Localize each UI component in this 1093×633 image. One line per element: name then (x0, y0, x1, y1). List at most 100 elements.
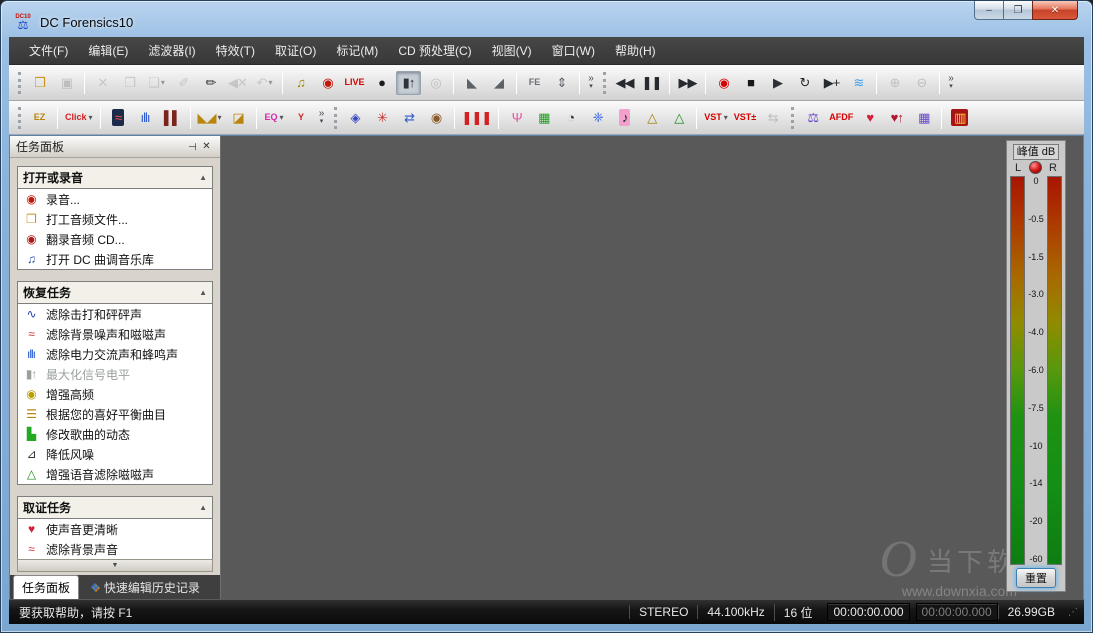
whisper-amp-button[interactable]: ♥↑ (884, 107, 909, 129)
record-button[interactable]: ◉ (711, 71, 736, 95)
dehum-task[interactable]: ıllı 滤除电力交流声和蜂鸣声 (18, 344, 212, 364)
menu-edit[interactable]: 编辑(E) (78, 38, 138, 63)
meter-knob[interactable] (1028, 161, 1042, 174)
play-plus-n-button[interactable]: ▶+ (819, 71, 844, 95)
tab-task-panel[interactable]: 任务面板 (13, 575, 80, 599)
dynamics-processor-button[interactable]: ◈ (343, 107, 368, 129)
pencil-tool-button[interactable]: ✏ (198, 71, 223, 95)
fast-forward-button[interactable]: ▶▶ (675, 71, 700, 95)
dc-tunes-button[interactable]: ♫ (288, 71, 313, 95)
record-task[interactable]: ◉ 录音... (18, 189, 212, 209)
section-header-open-or-record[interactable]: 打开或录音 ▲ (18, 167, 212, 189)
vst-menu-button[interactable]: VST ▾ (702, 107, 730, 129)
open-dc-tunes-task[interactable]: ♫ 打开 DC 曲调音乐库 (18, 249, 212, 269)
undo-button[interactable]: ↶ ▾ (252, 71, 277, 95)
file-expander-button[interactable]: FE (522, 71, 547, 95)
touch-record-button[interactable]: ◉ (315, 71, 340, 95)
live-meter-button[interactable]: LIVE (342, 71, 367, 95)
eq-tools-button[interactable]: EQ ▾ (262, 107, 287, 129)
toolbar-overflow-button[interactable]: » ▾ (315, 106, 329, 130)
phase-filter-button[interactable]: ⇄ (397, 107, 422, 129)
afdf-button[interactable]: AFDF (827, 107, 855, 129)
menu-cd-prep[interactable]: CD 预处理(C) (388, 38, 481, 63)
cd-rip-button[interactable]: ● (369, 71, 394, 95)
vst-manage-button[interactable]: VST± (732, 107, 758, 129)
save-button[interactable]: ▣ (54, 71, 79, 95)
toolbar-grip[interactable] (18, 106, 21, 129)
section-header-restore-tasks[interactable]: 恢复任务 ▲ (18, 282, 212, 304)
fel-meter-button[interactable]: ▥ (947, 107, 972, 129)
impulse-noise-button[interactable]: ✳ (370, 107, 395, 129)
declick-task[interactable]: ∿ 滤除击打和砰砰声 (18, 304, 212, 324)
histogram-button[interactable]: ▌▌ (160, 107, 185, 129)
marker-book-button[interactable]: ◪ (226, 107, 251, 129)
lamp-filter-button[interactable]: △ (639, 107, 664, 129)
paste-button[interactable]: ❑ ▾ (144, 71, 169, 95)
panel-scroll-down[interactable]: ▼ (17, 559, 213, 572)
open-audio-file-task[interactable]: ❒ 打工音频文件... (18, 209, 212, 229)
blender-button[interactable]: Ψ (504, 107, 529, 129)
zoom-out-button[interactable]: ⊖ (909, 71, 934, 95)
menu-help[interactable]: 帮助(H) (605, 38, 666, 63)
mute-button[interactable]: ◀✕ (225, 71, 250, 95)
gain-knob-button[interactable]: ◎ (423, 71, 448, 95)
erase-button[interactable]: ✐ (171, 71, 196, 95)
menu-markers[interactable]: 标记(M) (326, 38, 388, 63)
cut-button[interactable]: ✕ (90, 71, 115, 95)
fit-vertical-button[interactable]: ⇕ (549, 71, 574, 95)
tube-amp-button[interactable]: ◉ (424, 107, 449, 129)
play-button[interactable]: ▶ (765, 71, 790, 95)
menu-window[interactable]: 窗口(W) (542, 38, 605, 63)
clarify-voice-task[interactable]: ♥ 使声音更清晰 (18, 519, 212, 539)
pin-icon[interactable]: ⊤ (184, 141, 199, 152)
collapse-arrow-icon[interactable]: ▲ (199, 503, 207, 512)
open-file-button[interactable]: ❒ (27, 71, 52, 95)
toolbar-grip[interactable] (791, 106, 795, 129)
collapse-arrow-icon[interactable]: ▲ (199, 173, 207, 182)
copy-button[interactable]: ❐ (117, 71, 142, 95)
rewind-button[interactable]: ◀◀ (612, 71, 637, 95)
spectrum-analyzer-button[interactable]: ıllı (133, 107, 158, 129)
fade-in-button[interactable]: ◣ (459, 71, 484, 95)
toolbar-grip[interactable] (18, 71, 21, 94)
scrub-clean-button[interactable]: ≋ (846, 71, 871, 95)
menu-forensics[interactable]: 取证(O) (265, 38, 326, 63)
voice-curtain-button[interactable]: ❚❚❚ (460, 107, 494, 129)
spectrum-view-button[interactable]: ≈ (106, 107, 131, 129)
click-filter-button[interactable]: Click ▾ (63, 107, 95, 129)
enhance-highs-task[interactable]: ◉ 增强高频 (18, 384, 212, 404)
enhance-voice-task[interactable]: △ 增强语音滤除嗞嗞声 (18, 464, 212, 484)
collapse-arrow-icon[interactable]: ▲ (199, 288, 207, 297)
toolbar-overflow-button[interactable]: » ▾ (944, 71, 958, 95)
sparkle-brush-button[interactable]: ❈ (585, 107, 610, 129)
stop-button[interactable]: ■ (738, 71, 763, 95)
close-button[interactable]: ✕ (1032, 1, 1078, 20)
reduce-wind-task[interactable]: ⊿ 降低风噪 (18, 444, 212, 464)
toolbar-grip[interactable] (603, 71, 606, 94)
denoise-task[interactable]: ≈ 滤除背景噪声和嗞嗞声 (18, 324, 212, 344)
timer-button[interactable]: ◔ (558, 107, 583, 129)
calculator-button[interactable]: ▦ (911, 107, 936, 129)
tab-quick-edit-history[interactable]: ❖ 快速编辑历史记录 (82, 576, 208, 599)
dynamics-task[interactable]: ▙ 修改歌曲的动态 (18, 424, 212, 444)
rip-cd-task[interactable]: ◉ 翻录音频 CD... (18, 229, 212, 249)
toolbar-grip[interactable] (333, 106, 337, 129)
meter-reset-button[interactable]: 重置 (1016, 568, 1056, 588)
filter-background-task[interactable]: ≈ 滤除背景声音 (18, 539, 212, 559)
toolbar-overflow-button[interactable]: » ▾ (584, 71, 598, 95)
menu-filters[interactable]: 滤波器(I) (138, 38, 205, 63)
ez-impulse-button[interactable]: EZ (27, 107, 52, 129)
maximize-level-button[interactable]: ▮↑ (396, 70, 421, 95)
minimize-button[interactable]: – (974, 1, 1004, 20)
dc-art-button[interactable]: ♪ (612, 107, 637, 129)
media-panel-button[interactable]: ▦ (531, 107, 556, 129)
panel-close-icon[interactable]: ✕ (199, 141, 214, 152)
balance-track-task[interactable]: ☰ 根据您的喜好平衡曲目 (18, 404, 212, 424)
voice-lamp-button[interactable]: △ (666, 107, 691, 129)
restore-button[interactable]: ❐ (1004, 1, 1032, 20)
menu-file[interactable]: 文件(F) (19, 38, 78, 63)
pause-button[interactable]: ❚❚ (639, 71, 664, 95)
menu-effects[interactable]: 特效(T) (206, 38, 265, 63)
fade-tools-button[interactable]: ◣◢ ▾ (196, 107, 224, 129)
menu-view[interactable]: 视图(V) (482, 38, 542, 63)
